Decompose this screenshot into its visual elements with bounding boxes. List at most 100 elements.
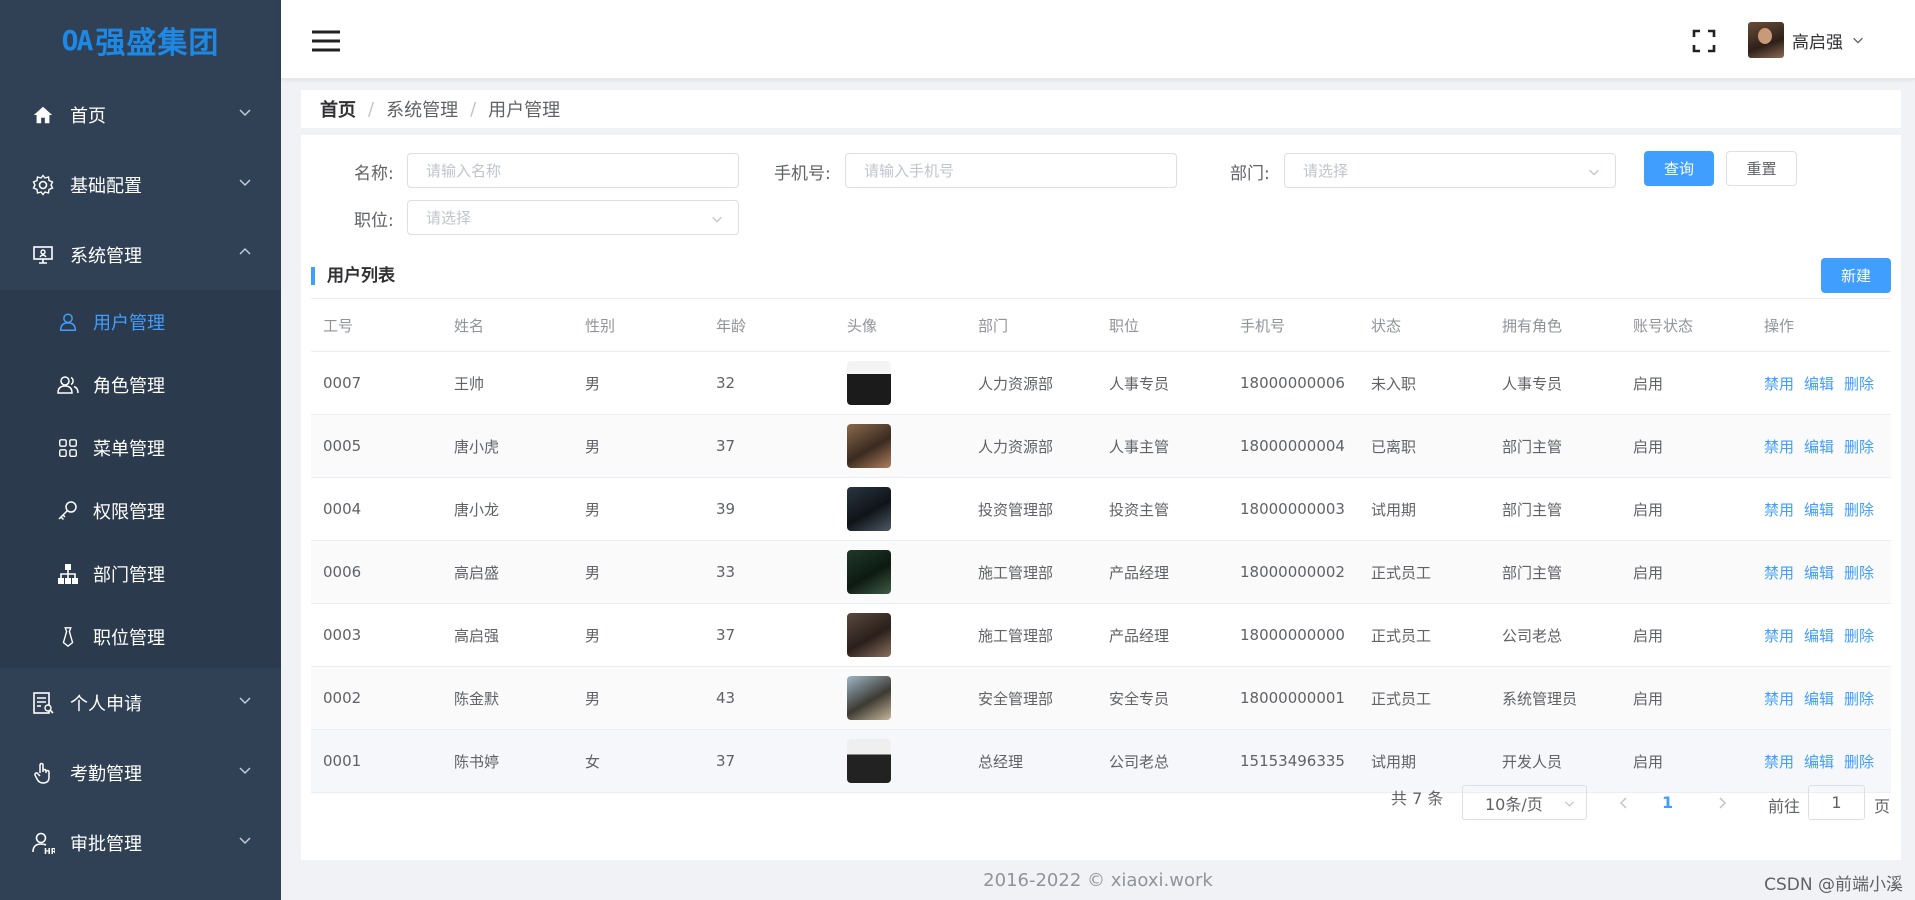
hand-icon <box>30 760 56 786</box>
sidebar-item-position-management[interactable]: 职位管理 <box>0 605 281 668</box>
cell-status: 试用期 <box>1359 477 1490 541</box>
department-select-placeholder: 请选择 <box>1303 162 1349 180</box>
name-filter-input[interactable]: 请输入名称 <box>407 153 739 188</box>
sidebar-item-role-management[interactable]: 角色管理 <box>0 353 281 416</box>
photo-cell <box>835 540 966 604</box>
sidebar-item-attendance[interactable]: 考勤管理 <box>0 738 281 808</box>
avatar <box>1748 22 1784 58</box>
sidebar-item-permission-management[interactable]: 权限管理 <box>0 479 281 542</box>
edit-button[interactable]: 编辑 <box>1804 627 1834 645</box>
delete-button[interactable]: 删除 <box>1844 564 1874 582</box>
position-select[interactable]: 请选择 <box>407 200 739 235</box>
disable-button[interactable]: 禁用 <box>1764 375 1794 393</box>
logo[interactable]: OA 强盛集团 <box>0 0 281 80</box>
chevron-down-icon <box>1565 801 1574 807</box>
cell-name: 陈书婷 <box>442 729 573 793</box>
new-user-button[interactable]: 新建 <box>1821 258 1891 293</box>
chevron-down-icon <box>239 697 251 705</box>
sidebar-item-home[interactable]: 首页 <box>0 80 281 150</box>
cell-account: 启用 <box>1621 603 1752 667</box>
photo-cell <box>835 414 966 478</box>
goto-page-input[interactable]: 1 <box>1808 785 1865 820</box>
department-select[interactable]: 请选择 <box>1284 153 1616 188</box>
delete-button[interactable]: 删除 <box>1844 627 1874 645</box>
cell-phone: 18000000004 <box>1228 414 1359 478</box>
user-name: 高启强 <box>1792 32 1843 53</box>
sidebar-item-user-management[interactable]: 用户管理 <box>0 290 281 353</box>
column-header: 姓名 <box>442 298 573 352</box>
cell-id: 0004 <box>311 477 442 541</box>
page-number-current[interactable]: 1 <box>1662 793 1673 812</box>
column-header: 账号状态 <box>1621 298 1752 352</box>
list-title: 用户列表 <box>311 267 395 285</box>
cell-dept: 施工管理部 <box>966 603 1097 667</box>
fullscreen-icon[interactable] <box>1692 29 1716 53</box>
cell-role: 部门主管 <box>1490 477 1621 541</box>
cell-dept: 投资管理部 <box>966 477 1097 541</box>
sidebar-item-label: 个人申请 <box>70 694 142 715</box>
cell-account: 启用 <box>1621 414 1752 478</box>
hamburger-menu-icon[interactable] <box>311 30 341 52</box>
sidebar-item-label: 权限管理 <box>93 501 165 523</box>
edit-button[interactable]: 编辑 <box>1804 375 1834 393</box>
cell-gender: 女 <box>573 729 704 793</box>
breadcrumb-home[interactable]: 首页 <box>320 96 356 122</box>
disable-button[interactable]: 禁用 <box>1764 501 1794 519</box>
cell-age: 43 <box>704 666 835 730</box>
cell-position: 产品经理 <box>1097 540 1228 604</box>
delete-button[interactable]: 删除 <box>1844 438 1874 456</box>
delete-button[interactable]: 删除 <box>1844 375 1874 393</box>
next-page-icon[interactable] <box>1714 795 1730 811</box>
user-photo <box>847 361 891 405</box>
disable-button[interactable]: 禁用 <box>1764 753 1794 771</box>
breadcrumb-system[interactable]: 系统管理 <box>386 96 458 122</box>
cell-role: 部门主管 <box>1490 540 1621 604</box>
sidebar-item-basic-config[interactable]: 基础配置 <box>0 150 281 220</box>
cell-role: 公司老总 <box>1490 603 1621 667</box>
cell-status: 正式员工 <box>1359 666 1490 730</box>
phone-filter-input[interactable]: 请输入手机号 <box>845 153 1177 188</box>
column-header: 部门 <box>966 298 1097 352</box>
sidebar-item-approval[interactable]: HR 审批管理 <box>0 808 281 878</box>
delete-button[interactable]: 删除 <box>1844 501 1874 519</box>
delete-button[interactable]: 删除 <box>1844 690 1874 708</box>
sidebar: OA 强盛集团 首页 基础配置 系统管理 用户管理 角色管理 菜单管理 权限管理… <box>0 0 281 900</box>
edit-button[interactable]: 编辑 <box>1804 564 1834 582</box>
reset-button[interactable]: 重置 <box>1726 151 1797 186</box>
sidebar-item-label: 职位管理 <box>93 627 165 649</box>
disable-button[interactable]: 禁用 <box>1764 438 1794 456</box>
edit-button[interactable]: 编辑 <box>1804 501 1834 519</box>
goto-label: 前往 <box>1768 797 1801 816</box>
sidebar-item-system[interactable]: 系统管理 <box>0 220 281 290</box>
grid-icon <box>55 435 81 461</box>
edit-button[interactable]: 编辑 <box>1804 438 1834 456</box>
edit-button[interactable]: 编辑 <box>1804 690 1834 708</box>
breadcrumb: 首页 / 系统管理 / 用户管理 <box>301 90 1901 128</box>
prev-page-icon[interactable] <box>1616 795 1632 811</box>
sidebar-item-personal-application[interactable]: 个人申请 <box>0 668 281 738</box>
disable-button[interactable]: 禁用 <box>1764 690 1794 708</box>
chevron-down-icon <box>239 179 251 187</box>
position-select-placeholder: 请选择 <box>426 209 472 227</box>
page-size-select[interactable]: 10条/页 <box>1462 785 1587 820</box>
brand-name: 强盛集团 <box>95 26 220 61</box>
edit-button[interactable]: 编辑 <box>1804 753 1834 771</box>
user-photo <box>847 487 891 531</box>
query-button[interactable]: 查询 <box>1644 151 1714 186</box>
cell-age: 37 <box>704 414 835 478</box>
disable-button[interactable]: 禁用 <box>1764 564 1794 582</box>
cell-position: 产品经理 <box>1097 603 1228 667</box>
sidebar-item-menu-management[interactable]: 菜单管理 <box>0 416 281 479</box>
cell-dept: 人力资源部 <box>966 414 1097 478</box>
cell-phone: 18000000001 <box>1228 666 1359 730</box>
user-menu[interactable]: 高启强 <box>1748 22 1865 58</box>
sidebar-item-department-management[interactable]: 部门管理 <box>0 542 281 605</box>
disable-button[interactable]: 禁用 <box>1764 627 1794 645</box>
cell-age: 32 <box>704 351 835 415</box>
table-header-row: 工号 姓名 性别 年龄 头像 部门 职位 手机号 状态 拥有角色 账号状态 操作 <box>311 298 1891 352</box>
delete-button[interactable]: 删除 <box>1844 753 1874 771</box>
cell-dept: 安全管理部 <box>966 666 1097 730</box>
cell-dept: 人力资源部 <box>966 351 1097 415</box>
sidebar-item-label: 考勤管理 <box>70 764 142 785</box>
user-photo <box>847 676 891 720</box>
